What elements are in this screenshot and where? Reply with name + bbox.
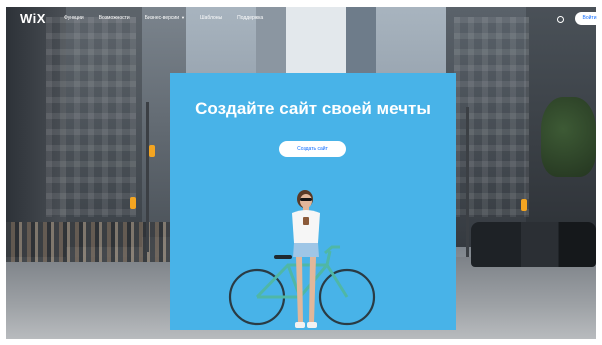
hero-headline: Создайте сайт своей мечты bbox=[195, 99, 431, 118]
traffic-light bbox=[130, 197, 136, 209]
nav-item-features[interactable]: Функции bbox=[64, 15, 84, 21]
woman-with-bicycle-illustration bbox=[228, 190, 376, 328]
nav-item-templates[interactable]: Шаблоны bbox=[200, 15, 222, 21]
wix-logo[interactable]: WiX bbox=[20, 11, 46, 26]
nav-item-business-label: Бизнес-версии bbox=[144, 15, 180, 21]
nav-item-capabilities[interactable]: Возможности bbox=[99, 15, 130, 21]
login-button[interactable]: Войти bbox=[575, 12, 602, 25]
traffic-pole bbox=[146, 102, 149, 252]
bicycle-handlebar bbox=[324, 245, 340, 255]
create-site-button[interactable]: Создать сайт bbox=[279, 141, 346, 157]
sneaker bbox=[307, 322, 317, 328]
chevron-down-icon: ▼ bbox=[181, 15, 185, 20]
nav-item-support[interactable]: Поддержка bbox=[237, 15, 263, 21]
coffee-cup bbox=[303, 217, 309, 225]
leg bbox=[296, 257, 303, 323]
traffic-light bbox=[521, 199, 527, 211]
top-navigation: WiX Функции Возможности Бизнес-версии ▼ Ш… bbox=[6, 7, 602, 31]
white-top bbox=[292, 210, 320, 243]
parked-cars bbox=[471, 222, 596, 267]
sneaker bbox=[295, 322, 305, 328]
denim-shorts bbox=[293, 243, 319, 257]
traffic-light bbox=[149, 145, 155, 157]
nav-menu: Функции Возможности Бизнес-версии ▼ Шабло… bbox=[64, 15, 278, 21]
sunglasses bbox=[300, 198, 312, 201]
building-windows bbox=[46, 17, 136, 217]
globe-icon[interactable] bbox=[557, 16, 564, 23]
bicycle-stem bbox=[325, 250, 332, 266]
tree bbox=[541, 97, 596, 177]
traffic-pole bbox=[466, 107, 469, 257]
nav-item-business[interactable]: Бизнес-версии ▼ bbox=[145, 15, 185, 21]
leg bbox=[309, 257, 316, 323]
bicycle-seat bbox=[274, 255, 292, 259]
page-frame: Создайте сайт своей мечты Создать сайт W… bbox=[0, 0, 602, 345]
